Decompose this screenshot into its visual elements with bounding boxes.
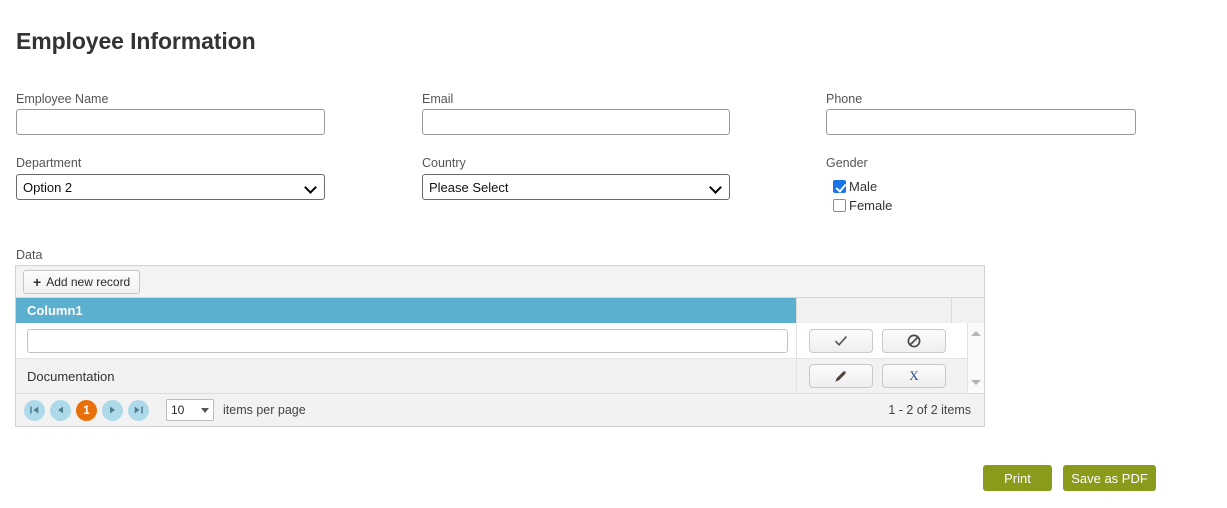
data-grid-toolbar: + Add new record [16,266,984,298]
last-page-icon[interactable] [128,399,149,421]
page-size-label: items per page [223,403,306,417]
column-header-column1[interactable]: Column1 [16,298,796,323]
chevron-down-icon [709,180,723,194]
department-label: Department [16,156,82,170]
country-select-value: Please Select [429,179,509,195]
data-grid-pager: 1 10 items per page 1 - 2 of 2 items [16,393,984,426]
department-select[interactable]: Option 2 [16,174,325,200]
country-select[interactable]: Please Select [422,174,730,200]
data-grid-label: Data [16,248,43,262]
country-label: Country [422,156,466,170]
row-cell-column1-edit [16,328,796,353]
checkbox-male[interactable] [833,180,846,193]
add-new-record-button[interactable]: + Add new record [23,269,141,294]
table-row [16,323,984,359]
page-size-value: 10 [171,403,185,417]
row-cell-column1: Documentation [27,368,115,384]
edit-button[interactable] [809,364,873,388]
data-grid: + Add new record Column1 Documentation X… [15,265,985,427]
page-number-1[interactable]: 1 [76,399,97,421]
chevron-down-icon [304,180,318,194]
employee-name-label: Employee Name [16,92,109,106]
check-icon [834,335,848,347]
employee-name-input[interactable] [16,109,325,135]
previous-page-icon[interactable] [50,399,71,421]
add-new-record-label: Add new record [46,274,131,289]
pager-item-count: 1 - 2 of 2 items [888,403,971,417]
phone-label: Phone [826,92,863,106]
table-row: Documentation X [16,359,984,393]
checkbox-female[interactable] [833,199,846,212]
row-actions: X [796,359,964,393]
save-as-pdf-button-label: Save as PDF [1071,470,1148,486]
column-header-scroll-spacer [951,298,984,323]
email-input[interactable] [422,109,730,135]
column-header-actions [796,298,951,323]
plus-icon: + [33,273,42,290]
row-actions [796,323,964,358]
gender-label: Gender [826,156,868,170]
data-grid-body: Documentation X [16,323,984,393]
x-icon: X [909,368,919,383]
cancel-button[interactable] [882,328,946,353]
print-button[interactable]: Print [983,465,1052,491]
gender-option-female-label: Female [849,198,893,213]
gender-option-male[interactable]: Male [833,179,877,194]
print-button-label: Print [1004,470,1031,486]
data-grid-header-row: Column1 [16,298,984,323]
grid-vertical-scrollbar[interactable] [967,323,984,393]
scroll-up-icon[interactable] [968,326,984,341]
save-as-pdf-button[interactable]: Save as PDF [1063,465,1156,491]
email-label: Email [422,92,454,106]
page-number-label: 1 [83,403,90,417]
scroll-down-icon[interactable] [968,375,984,390]
gender-option-female[interactable]: Female [833,198,892,213]
row-edit-input[interactable] [27,328,788,353]
phone-input[interactable] [826,109,1136,135]
chevron-down-icon [201,407,209,413]
page-size-select[interactable]: 10 [166,399,214,421]
gender-option-male-label: Male [849,179,878,194]
next-page-icon[interactable] [102,399,123,421]
update-button[interactable] [809,328,873,353]
first-page-icon[interactable] [24,399,45,421]
employee-information-page: Employee Information Employee Name Email… [0,0,1227,508]
ban-icon [907,334,921,348]
department-select-value: Option 2 [23,179,73,195]
delete-button[interactable]: X [882,364,946,388]
page-title: Employee Information [16,28,256,54]
pencil-icon [834,369,848,383]
